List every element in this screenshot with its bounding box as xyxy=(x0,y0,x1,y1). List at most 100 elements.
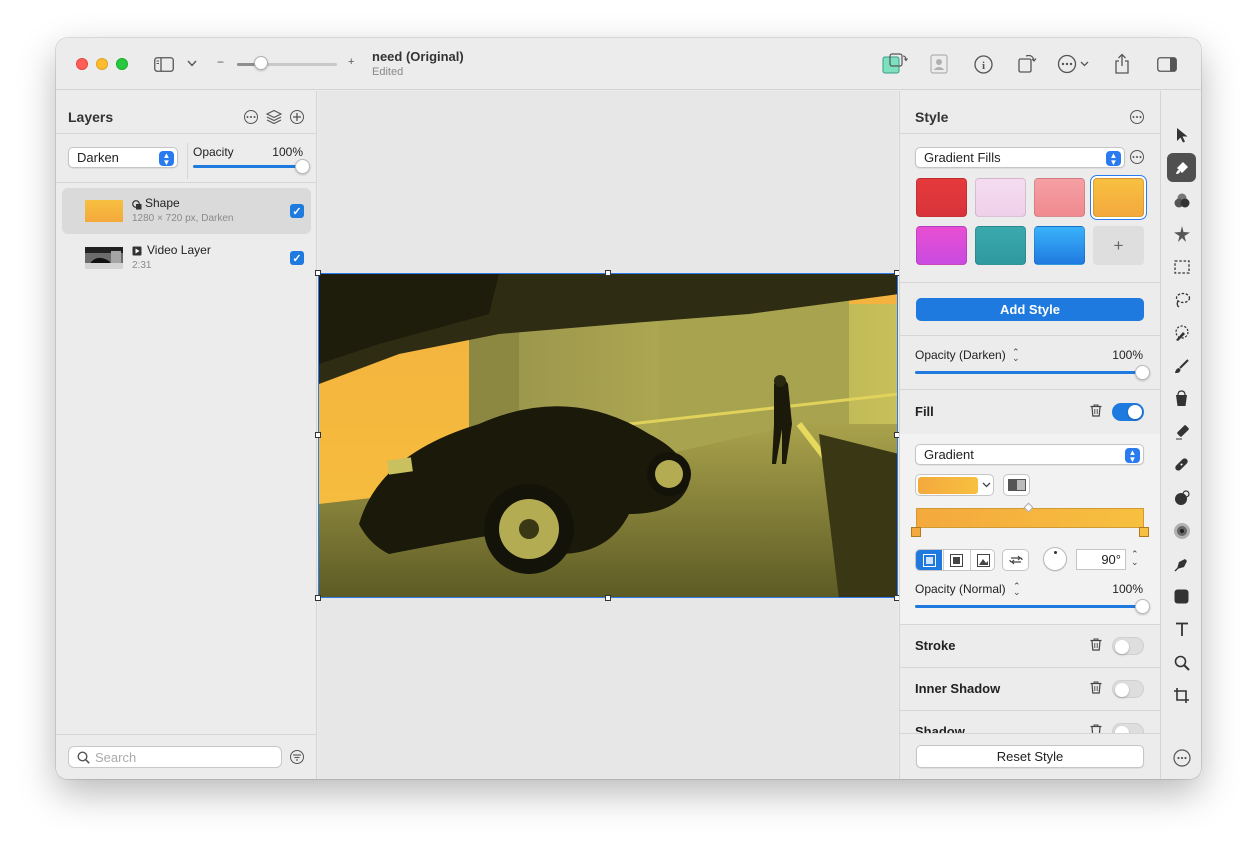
style-swatch[interactable] xyxy=(916,178,967,217)
reset-style-button[interactable]: Reset Style xyxy=(916,745,1144,768)
fill-opacity-slider-knob[interactable] xyxy=(1135,599,1150,614)
fill-opacity-label[interactable]: Opacity (Normal) xyxy=(915,582,1006,596)
zoom-window-button[interactable] xyxy=(116,58,128,70)
document-subtitle: Edited xyxy=(372,66,404,78)
fill-delete-icon[interactable] xyxy=(1090,404,1102,417)
sidebar-toggle-icon[interactable] xyxy=(153,55,175,73)
layer-opacity-slider[interactable] xyxy=(193,165,303,168)
canvas-image[interactable] xyxy=(318,273,898,598)
pen-icon[interactable] xyxy=(1167,549,1196,578)
info-icon[interactable]: i xyxy=(973,54,993,74)
layers-search-field[interactable] xyxy=(68,746,282,768)
layer-row-video[interactable]: Video Layer 2:31 ✓ xyxy=(62,235,311,281)
image-fill-icon[interactable] xyxy=(970,550,994,570)
filter-icon[interactable] xyxy=(290,750,304,764)
crop-icon[interactable] xyxy=(1167,681,1196,710)
resize-handle[interactable] xyxy=(315,595,321,601)
layers-more-icon[interactable] xyxy=(244,110,258,124)
zoom-slider-knob[interactable] xyxy=(254,56,268,70)
inspector-toggle-icon[interactable] xyxy=(1156,55,1178,73)
gradient-editor-bar[interactable] xyxy=(916,508,1144,528)
radial-gradient-icon[interactable] xyxy=(943,550,969,570)
clone-icon[interactable] xyxy=(1167,483,1196,512)
angle-dial[interactable] xyxy=(1043,547,1067,571)
style-swatch[interactable] xyxy=(1034,178,1085,217)
style-opacity-slider[interactable] xyxy=(915,371,1143,374)
arrow-icon[interactable] xyxy=(1167,120,1196,149)
resize-handle[interactable] xyxy=(605,270,611,276)
share-icon[interactable] xyxy=(1113,52,1131,74)
shadow-toggle[interactable] xyxy=(1112,723,1144,733)
text-tool-icon[interactable] xyxy=(1167,615,1196,644)
stroke-delete-icon[interactable] xyxy=(1090,638,1102,651)
resize-handle[interactable] xyxy=(605,595,611,601)
eraser-icon[interactable] xyxy=(1167,417,1196,446)
category-more-icon[interactable] xyxy=(1130,150,1144,164)
zoom-out-label[interactable]: − xyxy=(217,55,224,69)
chevron-down-icon[interactable] xyxy=(185,56,199,70)
fill-toggle[interactable] xyxy=(1112,403,1144,421)
style-swatch[interactable] xyxy=(975,226,1026,265)
layer-row-shape[interactable]: Shape 1280 × 720 px, Darken ✓ xyxy=(62,188,311,234)
add-style-button[interactable]: Add Style xyxy=(916,298,1144,321)
layer-opacity-slider-knob[interactable] xyxy=(295,159,310,174)
more-tools-icon[interactable] xyxy=(1167,743,1196,772)
add-layer-icon[interactable] xyxy=(290,110,304,124)
style-category-select[interactable]: Gradient Fills ▲ ▼ xyxy=(915,147,1125,168)
gradient-preset-button[interactable] xyxy=(915,474,994,496)
fill-type-select[interactable]: Gradient ▲ ▼ xyxy=(915,444,1144,465)
stepper-arrows-icon[interactable]: ⌃ ⌄ xyxy=(1012,348,1020,363)
zoom-slider[interactable] xyxy=(237,63,337,66)
stepper-arrows-icon[interactable]: ⌃ ⌄ xyxy=(1013,582,1021,597)
style-swatch[interactable] xyxy=(1034,226,1085,265)
linear-gradient-icon[interactable] xyxy=(916,550,942,570)
tools-sidebar xyxy=(1160,91,1201,779)
layers-stack-icon[interactable] xyxy=(265,109,283,125)
shape-tool-icon[interactable] xyxy=(1167,582,1196,611)
resize-handle[interactable] xyxy=(315,270,321,276)
layer-visibility-checkbox[interactable]: ✓ xyxy=(290,251,304,265)
style-swatch[interactable] xyxy=(1093,178,1144,217)
zoom-in-label[interactable]: + xyxy=(348,56,354,68)
lasso-icon[interactable] xyxy=(1167,285,1196,314)
inner-shadow-toggle[interactable] xyxy=(1112,680,1144,698)
minimize-window-button[interactable] xyxy=(96,58,108,70)
style-brush-icon[interactable] xyxy=(1167,153,1196,182)
angle-input[interactable]: 90° xyxy=(1076,549,1126,570)
gradient-stop-start[interactable] xyxy=(911,527,921,537)
quick-select-icon[interactable] xyxy=(1167,318,1196,347)
layer-visibility-checkbox[interactable]: ✓ xyxy=(290,204,304,218)
paint-brush-icon[interactable] xyxy=(1167,351,1196,380)
rotate-icon[interactable] xyxy=(1017,52,1037,74)
gradient-stop-end[interactable] xyxy=(1139,527,1149,537)
search-input[interactable] xyxy=(95,749,275,766)
inner-shadow-delete-icon[interactable] xyxy=(1090,681,1102,694)
style-swatch[interactable] xyxy=(916,226,967,265)
repair-icon[interactable] xyxy=(1167,450,1196,479)
paint-bucket-icon[interactable] xyxy=(1167,384,1196,413)
image-swap-icon[interactable] xyxy=(882,52,908,76)
angle-stepper-icon[interactable]: ⌃ ⌄ xyxy=(1131,550,1139,567)
style-swatch[interactable] xyxy=(975,178,1026,217)
close-window-button[interactable] xyxy=(76,58,88,70)
repeat-icon[interactable] xyxy=(1002,549,1029,571)
shadow-delete-icon[interactable] xyxy=(1090,724,1102,733)
style-opacity-slider-knob[interactable] xyxy=(1135,365,1150,380)
rect-select-icon[interactable] xyxy=(1167,252,1196,281)
fill-opacity-slider[interactable] xyxy=(915,605,1143,608)
resize-handle[interactable] xyxy=(315,432,321,438)
style-more-icon[interactable] xyxy=(1130,110,1144,124)
gradient-flip-icon[interactable] xyxy=(1003,474,1030,496)
select-arrows-icon: ▲ ▼ xyxy=(1106,151,1121,166)
portrait-icon[interactable] xyxy=(929,54,949,74)
blend-mode-select[interactable]: Darken ▲ ▼ xyxy=(68,147,178,168)
color-adjust-icon[interactable] xyxy=(1167,186,1196,215)
zoom-tool-icon[interactable] xyxy=(1167,648,1196,677)
canvas-area[interactable] xyxy=(315,91,900,779)
style-opacity-label[interactable]: Opacity (Darken) xyxy=(915,348,1006,362)
add-swatch-button[interactable]: + xyxy=(1093,226,1144,265)
noise-icon[interactable] xyxy=(1167,516,1196,545)
more-icon[interactable] xyxy=(1057,54,1091,74)
stroke-toggle[interactable] xyxy=(1112,637,1144,655)
effects-icon[interactable] xyxy=(1167,219,1196,248)
